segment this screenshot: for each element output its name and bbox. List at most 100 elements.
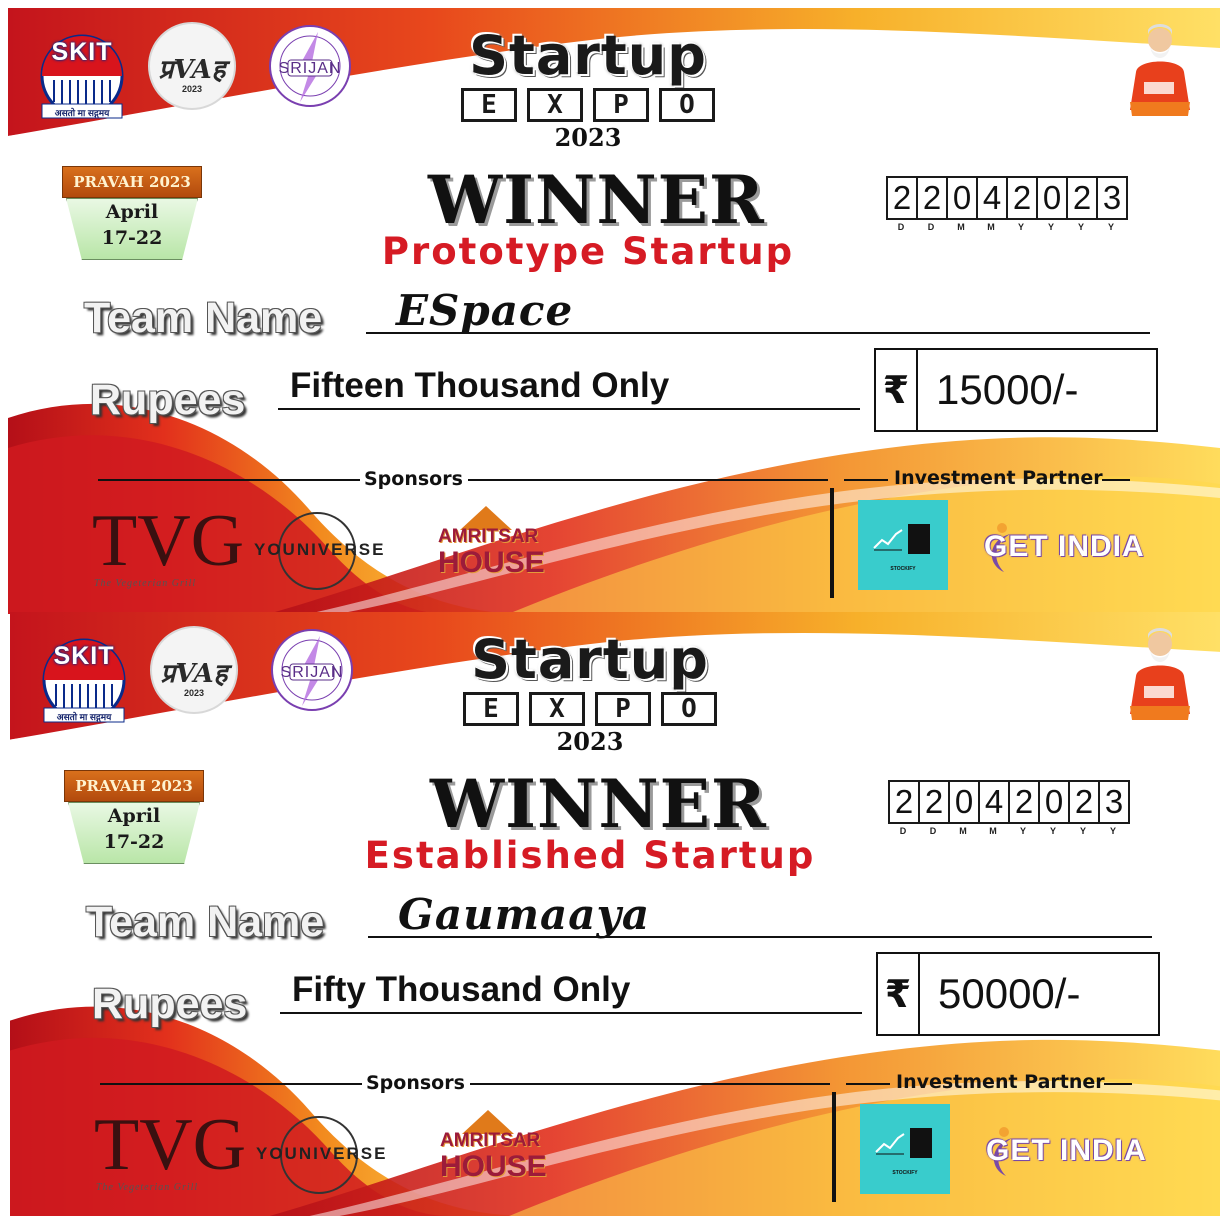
guru-figure-icon [1130, 24, 1190, 116]
divider [1104, 1083, 1132, 1085]
pravah-date-badge: PRAVAH 2023 April 17-22 [62, 166, 202, 266]
universe-text: YOUNIVERSE [254, 540, 386, 559]
date-digit: 2 [918, 780, 950, 824]
tvg-subtitle: The Vegeterian Grill [94, 578, 197, 589]
event-title: Startup E X P O 2023 [430, 630, 750, 770]
winner-heading: WINNER [428, 161, 765, 239]
investment-partner-label: Investment Partner [896, 1071, 1105, 1093]
date-digit: 0 [948, 780, 980, 824]
date-format-letter: Y [1079, 826, 1086, 836]
date-digit: 4 [978, 780, 1010, 824]
divider [470, 1083, 830, 1085]
date-digit: 2 [886, 176, 918, 220]
getindia-logo: GET INDIA [986, 1134, 1147, 1167]
badge-days: 17-22 [101, 227, 163, 249]
date-format: DDMMYYYY [888, 826, 1128, 836]
event-year: 2023 [554, 123, 622, 152]
guru-image [1124, 626, 1194, 722]
amritsar-text: AMRITSAR [440, 1130, 541, 1151]
pravah-logo-text: प्रVAह [158, 55, 226, 85]
date-format-letter: Y [1107, 222, 1114, 232]
rupees-label: Rupees [90, 376, 246, 424]
award-category: Established Startup [364, 834, 816, 877]
badge-days: 17-22 [103, 831, 165, 853]
badge-month: April [105, 201, 159, 223]
younivers-logo: YOUNIVERSE [254, 510, 404, 590]
divider [468, 479, 828, 481]
rupee-icon: ₹ [876, 350, 918, 430]
skit-logo: SKIT असतो मा सद्गमय [34, 30, 130, 126]
award-category: Prototype Startup [381, 230, 795, 273]
date-digits: 22042023 [886, 176, 1128, 220]
amount-value: 15000/- [936, 366, 1079, 413]
event-title: Startup E X P O 2023 [428, 26, 748, 166]
amount-underline [280, 1012, 862, 1014]
amritsar-house-logo: AMRITSAR HOUSE [438, 506, 545, 590]
date-digit: 2 [1008, 780, 1040, 824]
date-digit: 4 [976, 176, 1008, 220]
date-format-letter: M [989, 826, 997, 836]
event-year: 2023 [556, 727, 624, 756]
event-title-startup: Startup [469, 24, 707, 87]
getindia-logo: GET INDIA [984, 530, 1145, 563]
skit-motto: असतो मा सद्गमय [56, 712, 112, 722]
skit-name: SKIT [53, 642, 115, 670]
skit-logo: SKIT असतो मा सद्गमय [36, 634, 132, 730]
sponsors-label: Sponsors [366, 1072, 465, 1094]
date-format-letter: Y [1047, 222, 1054, 232]
date-format-letter: D [929, 826, 937, 836]
stockify-bar-icon [908, 524, 930, 554]
rupee-icon: ₹ [878, 954, 920, 1034]
srijan-text: SRIJAN [280, 664, 344, 681]
expo-letter: O [659, 88, 715, 122]
pravah-logo: प्रVAह 2023 [148, 22, 236, 110]
date-format: DDMMYYYY [886, 222, 1126, 232]
pravah-logo: प्रVAह 2023 [150, 626, 238, 714]
expo-letter: E [461, 88, 517, 122]
date-digit: 2 [1068, 780, 1100, 824]
divider [98, 479, 360, 481]
tvg-logo: TVG [92, 500, 245, 582]
younivers-logo: YOUNIVERSE [256, 1114, 406, 1194]
date-format-letter: Y [1077, 222, 1084, 232]
date-digit: 2 [916, 176, 948, 220]
srijan-text: SRIJAN [278, 60, 342, 77]
stockify-logo: STOCKIFY [860, 1104, 950, 1194]
stock-chart-icon [875, 1133, 905, 1155]
team-name-label: Team Name [86, 898, 325, 946]
universe-text: YOUNIVERSE [256, 1144, 388, 1163]
team-name-underline [368, 936, 1152, 938]
sponsors-label: Sponsors [364, 468, 463, 490]
divider [846, 1083, 890, 1085]
team-name-label: Team Name [84, 294, 323, 342]
tvg-subtitle: The Vegeterian Grill [96, 1182, 199, 1193]
date-format-letter: Y [1109, 826, 1116, 836]
team-name-value: ESpace [396, 286, 574, 335]
date-digit: 3 [1096, 176, 1128, 220]
event-title-expo: E X P O [428, 88, 748, 122]
stock-chart-icon [873, 529, 903, 551]
badge-body: April 17-22 [68, 802, 200, 864]
badge-title: PRAVAH 2023 [62, 166, 202, 198]
date-format-letter: D [899, 826, 907, 836]
expo-letter: P [593, 88, 649, 122]
date-format-letter: M [987, 222, 995, 232]
expo-letter: X [529, 692, 585, 726]
divider [844, 479, 888, 481]
guru-figure-icon [1130, 628, 1190, 720]
amritsar-house-logo: AMRITSAR HOUSE [440, 1110, 547, 1194]
expo-letter: P [595, 692, 651, 726]
srijan-logo: SRIJAN [268, 626, 356, 714]
pravah-logo-year: 2023 [183, 688, 205, 698]
guru-image [1124, 22, 1194, 118]
amount-underline [278, 408, 860, 410]
badge-body: April 17-22 [66, 198, 198, 260]
rupees-label: Rupees [92, 980, 248, 1028]
pravah-logo-text: प्रVAह [160, 659, 228, 689]
date-digit: 2 [1006, 176, 1038, 220]
srijan-logo: SRIJAN [266, 22, 354, 110]
house-text: HOUSE [440, 1150, 547, 1183]
amount-box: ₹ 50000/- [876, 952, 1160, 1036]
date-digit: 0 [1036, 176, 1068, 220]
team-name-underline [366, 332, 1150, 334]
